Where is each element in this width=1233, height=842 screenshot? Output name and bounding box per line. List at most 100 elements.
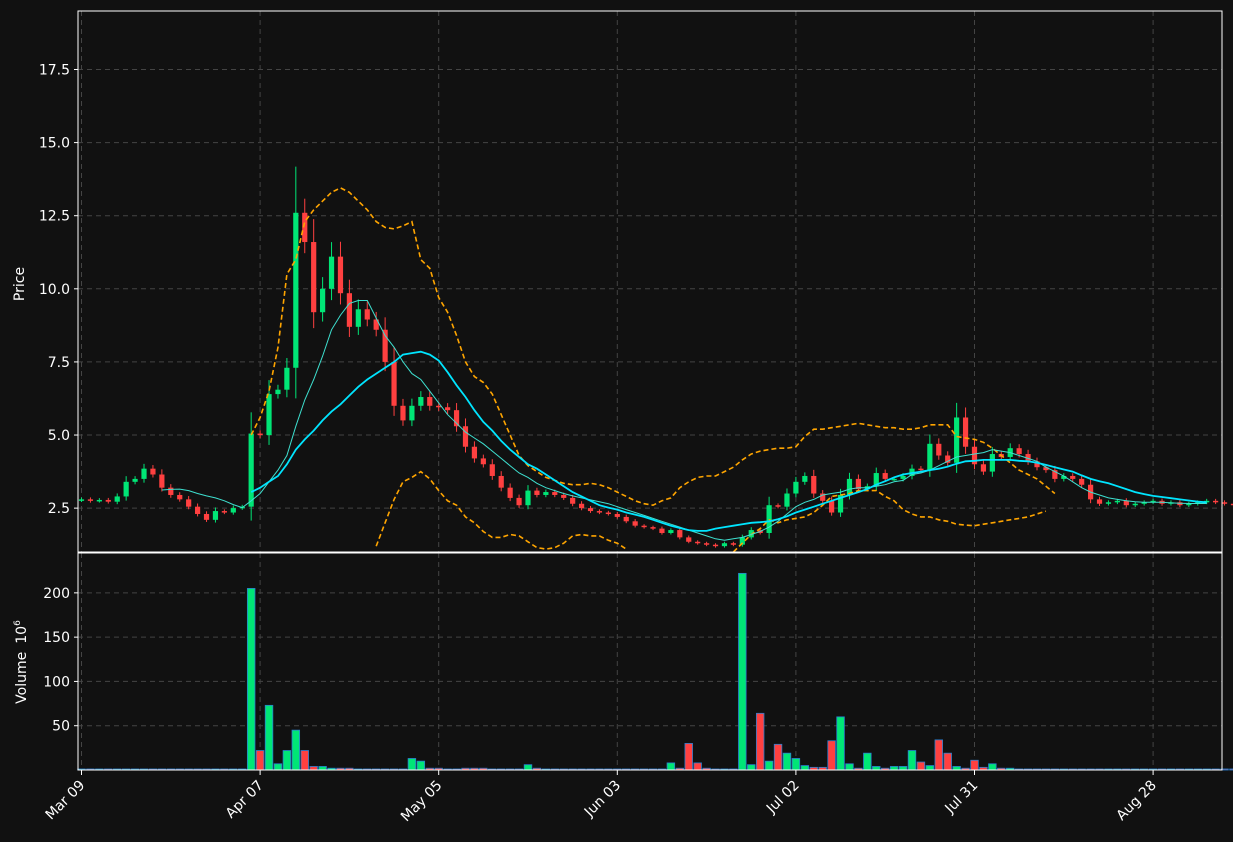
volume-bar-up	[898, 766, 908, 771]
volume-bar-down	[255, 750, 265, 771]
candle-body-down	[570, 497, 576, 504]
volume-bar-up	[836, 716, 845, 771]
candle-body-down	[587, 508, 594, 512]
candle-body-down	[534, 490, 540, 495]
volume-bar-up	[273, 763, 283, 771]
price-tick-label: 7.5	[48, 355, 70, 371]
candle-body-down	[462, 426, 469, 447]
volume-bar-down	[309, 766, 318, 771]
candle-body-up	[212, 511, 219, 520]
candle-body-up	[123, 481, 129, 497]
candle-body-down	[659, 528, 665, 533]
candle-body-down	[168, 487, 174, 495]
candle-body-down	[650, 527, 656, 529]
candle-body-down	[695, 541, 701, 544]
candle-body-down	[632, 521, 638, 526]
volume-tick-label: 100	[43, 674, 70, 690]
candle-body-down	[498, 475, 504, 488]
volume-multiplier-exponent: 6	[13, 620, 23, 626]
candle-body-down	[829, 500, 835, 513]
candle-body-up	[284, 367, 290, 390]
candle-body-down	[471, 446, 478, 459]
candle-body-down	[775, 505, 781, 507]
candle-body-down	[614, 513, 620, 517]
candle-body-down	[427, 397, 433, 406]
price-tick-label: 10.0	[39, 282, 70, 298]
volume-tick-label: 150	[43, 630, 70, 646]
candle-body-down	[962, 417, 969, 447]
candle-body-up	[132, 478, 138, 482]
candle-body-down	[730, 543, 736, 545]
candle-body-down	[712, 544, 719, 547]
candle-body-down	[507, 487, 513, 498]
volume-bar-up	[666, 762, 676, 771]
volume-bar-up	[988, 763, 997, 771]
candle-body-up	[1114, 500, 1120, 503]
volume-bar-up	[416, 760, 426, 771]
volume-bar-up	[845, 763, 854, 771]
candle-body-down	[686, 537, 692, 542]
candle-body-down	[337, 256, 344, 294]
volume-tick-label: 50	[52, 719, 70, 735]
candle-body-up	[784, 493, 790, 507]
candle-body-down	[311, 242, 317, 313]
candle-body-up	[525, 490, 531, 506]
volume-bar-down	[693, 762, 702, 771]
volume-bar-down	[970, 759, 979, 771]
candle-body-up	[248, 433, 254, 507]
candle-body-down	[105, 499, 111, 502]
volume-bar-up	[889, 766, 899, 771]
candle-body-down	[677, 530, 683, 538]
volume-bar-down	[684, 743, 693, 771]
volume-bar-up	[246, 588, 256, 771]
volume-bar-down	[773, 743, 783, 771]
candle-body-up	[989, 454, 995, 472]
candle-body-down	[882, 473, 888, 479]
price-tick-label: 17.5	[39, 62, 70, 78]
price-tick-label: 2.5	[48, 501, 70, 517]
candle-body-down	[489, 464, 495, 476]
candle-body-down	[150, 468, 156, 475]
candle-body-up	[96, 499, 102, 502]
volume-bar-down	[943, 752, 952, 771]
candle-body-down	[364, 309, 370, 320]
candle-body-up	[114, 496, 120, 502]
volume-bar-up	[791, 758, 801, 771]
volume-bar-down	[300, 750, 309, 771]
candle-body-down	[578, 503, 585, 509]
candle-body-down	[623, 516, 629, 522]
volume-bar-down	[916, 761, 926, 771]
candle-body-up	[1132, 503, 1138, 506]
candle-body-down	[445, 407, 451, 411]
candle-body-up	[320, 288, 326, 313]
volume-multiplier-base: 10	[14, 626, 30, 644]
candle-body-up	[266, 394, 272, 436]
candle-body-up	[409, 405, 415, 421]
candle-body-down	[811, 475, 817, 494]
volume-bar-up	[282, 750, 292, 771]
volume-bar-up	[291, 729, 301, 771]
candle-body-down	[346, 293, 352, 327]
volume-bar-up	[925, 765, 935, 771]
candle-body-down	[203, 513, 210, 520]
chart-background	[0, 0, 1233, 842]
volume-bar-down	[755, 712, 765, 771]
candlestick-chart: 2.55.07.510.012.515.017.5 50100150200 Ma…	[0, 0, 1233, 842]
volume-bar-up	[738, 572, 747, 771]
candle-body-down	[516, 497, 522, 506]
candle-body-down	[400, 405, 406, 421]
candle-body-up	[293, 212, 299, 368]
candle-body-down	[302, 212, 308, 243]
volume-bar-up	[764, 760, 774, 771]
candle-body-down	[177, 494, 183, 500]
price-tick-label: 12.5	[39, 209, 70, 225]
volume-bar-up	[407, 758, 417, 771]
volume-axis-label-text: Volume	[14, 652, 30, 704]
volume-bar-up	[747, 764, 756, 771]
volume-axis-label: Volume 106	[13, 620, 30, 704]
volume-bar-up	[523, 764, 533, 771]
candle-body-down	[552, 492, 558, 495]
candle-body-down	[87, 499, 94, 501]
candle-body-up	[927, 443, 933, 471]
volume-bar-up	[782, 752, 792, 771]
